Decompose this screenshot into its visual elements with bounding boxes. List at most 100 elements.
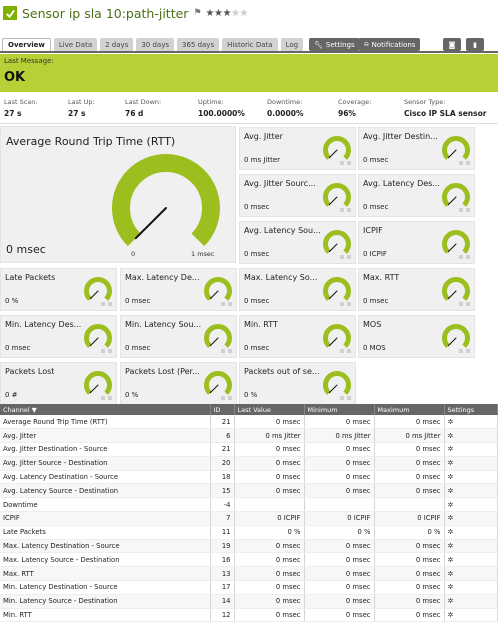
column-header-minimum[interactable]: Minimum (304, 404, 375, 415)
gear-icon[interactable]: ✲ (448, 473, 454, 481)
column-header-label: Minimum (307, 405, 338, 414)
gauge-tile[interactable]: Late Packets 0 % (0, 268, 117, 311)
table-cell: ICPIF (0, 511, 211, 526)
gear-icon[interactable]: ✲ (448, 528, 454, 536)
flag-icon[interactable]: ⚑ (193, 8, 201, 18)
table-row[interactable]: Avg. Latency Source - Destination 15 0 mse… (0, 483, 498, 499)
gauge-arc (323, 183, 351, 207)
gauge-tile[interactable]: Avg. Jitter Destin... 0 msec (358, 127, 475, 170)
tab-365-days[interactable]: 365 days (176, 38, 220, 51)
gear-icon[interactable]: ✲ (448, 556, 454, 564)
gauge-tile[interactable]: Avg. Jitter 0 ms Jitter (239, 127, 356, 170)
gear-icon[interactable]: ✲ (448, 597, 454, 605)
table-row[interactable]: Min. Latency Destination - Source 17 0 mse… (0, 580, 498, 595)
table-row[interactable]: Avg. Jitter Source - Destination 20 0 msec… (0, 456, 498, 471)
mini-indicator (459, 302, 463, 306)
stat-label: Last Down: (125, 98, 162, 106)
column-header-id[interactable]: ID (210, 404, 235, 415)
column-header-last-value[interactable]: Last Value (234, 404, 305, 415)
gear-icon[interactable]: ✲ (448, 570, 454, 578)
tab-30-days[interactable]: 30 days (136, 38, 174, 51)
table-cell: 0 msec (234, 566, 305, 582)
tab-2-days[interactable]: 2 days (100, 38, 134, 51)
table-row[interactable]: Max. RTT 13 0 msec 0 msec 0 msec ✲ (0, 566, 498, 582)
gauge-tile[interactable]: Packets Lost (Per... 0 % (120, 362, 237, 405)
table-row[interactable]: Downtime -4 ✲ (0, 497, 498, 513)
gear-icon[interactable]: ✲ (448, 445, 454, 453)
gear-icon[interactable]: ✲ (448, 514, 454, 522)
gauge-tile-value: 0 msec (125, 297, 151, 305)
table-row[interactable]: ICPIF 7 0 ICPIF 0 ICPIF 0 ICPIF ✲ (0, 511, 498, 526)
gauge-needle (209, 337, 219, 347)
table-row[interactable]: Min. RTT 12 0 msec 0 msec 0 msec ✲ (0, 608, 498, 623)
settings-button[interactable]: 🔧︎ Settings (309, 38, 360, 51)
gauge-tile[interactable]: Avg. Latency Des... 0 msec (358, 174, 475, 217)
gauge-tile[interactable]: Packets Lost 0 # (0, 362, 117, 405)
column-header-maximum[interactable]: Maximum (374, 404, 445, 415)
tab-historic-data[interactable]: Historic Data (222, 38, 278, 51)
gauge-tile[interactable]: Max. Latency De... 0 msec (120, 268, 237, 311)
star-icon[interactable]: ★ (222, 8, 231, 19)
star-icon[interactable]: ★ (206, 8, 215, 19)
gauge-tile[interactable]: Min. Latency Sou... 0 msec (120, 315, 237, 358)
table-cell: 0 msec (234, 456, 305, 471)
tab-log[interactable]: Log (280, 38, 304, 51)
gauge-tile[interactable]: Avg. Latency Sou... 0 msec (239, 221, 356, 264)
gear-icon[interactable]: ✲ (448, 583, 454, 591)
table-cell: 0 msec (374, 566, 445, 582)
gauge-arc (84, 324, 112, 348)
notifications-button[interactable]: ⍾ Notifications (359, 38, 421, 51)
gear-icon[interactable]: ✲ (448, 459, 454, 467)
last-message-value: OK (4, 70, 26, 85)
gear-icon[interactable]: ✲ (448, 418, 454, 426)
gauge-tile[interactable]: Min. RTT 0 msec (239, 315, 356, 358)
table-cell: 18 (210, 470, 235, 485)
table-row[interactable]: Min. Latency Source - Destination 14 0 mse… (0, 594, 498, 609)
gear-icon[interactable]: ✲ (448, 487, 454, 495)
gauge-arc (204, 371, 232, 395)
gauge-tile-value: 0 msec (244, 203, 270, 211)
last-message-label: Last Message: (4, 57, 54, 65)
table-row[interactable]: Avg. Latency Destination - Source 18 0 mse… (0, 470, 498, 485)
delete-icon[interactable]: ▮ (466, 38, 484, 51)
rtt-gauge (112, 154, 220, 247)
gauge-tile[interactable]: Avg. Jitter Sourc... 0 msec (239, 174, 356, 217)
table-row[interactable]: Max. Latency Source - Destination 16 0 mse… (0, 552, 498, 568)
gauge-tile-rtt[interactable]: Average Round Trip Time (RTT) 0 1 msec 0… (0, 126, 236, 263)
gauge-tile-name: Avg. Jitter (244, 132, 283, 141)
table-cell: 0 ICPIF (304, 511, 375, 526)
table-cell: 0 msec (234, 552, 305, 568)
gauge-arc (442, 324, 470, 348)
gauge-tile[interactable]: ICPIF 0 ICPIF (358, 221, 475, 264)
gear-icon[interactable]: ✲ (448, 611, 454, 619)
gauge-tile[interactable]: Max. RTT 0 msec (358, 268, 475, 311)
table-row[interactable]: Late Packets 11 0 % 0 % 0 % ✲ (0, 525, 498, 540)
table-cell: 13 (210, 566, 235, 582)
ticket-icon[interactable]: ◙ (443, 38, 461, 51)
table-row[interactable]: Avg. Jitter Destination - Source 21 0 msec… (0, 442, 498, 457)
star-icon[interactable]: ★ (239, 8, 248, 19)
status-ok-icon (3, 6, 17, 20)
table-row[interactable]: Max. Latency Destination - Source 19 0 mse… (0, 539, 498, 554)
priority-stars[interactable]: ★★★★★ (206, 8, 249, 19)
table-cell: 0 msec (304, 470, 375, 485)
tab-overview[interactable]: Overview (2, 38, 51, 51)
gauge-tile[interactable]: MOS 0 MOS (358, 315, 475, 358)
gear-icon[interactable]: ✲ (448, 432, 454, 440)
gear-icon[interactable]: ✲ (448, 501, 454, 509)
settings-cell: ✲ (444, 456, 498, 471)
sort-down-icon[interactable]: ▼ (30, 406, 37, 414)
table-row[interactable]: Average Round Trip Time (RTT) 21 0 msec 0 m… (0, 415, 498, 430)
gear-icon[interactable]: ✲ (448, 542, 454, 550)
gauge-needle (447, 149, 457, 159)
tab-live-data[interactable]: Live Data (53, 38, 98, 51)
gauge-tile[interactable]: Packets out of se... 0 % (239, 362, 356, 405)
gauge-tile-name: Late Packets (5, 273, 56, 282)
column-header-channel[interactable]: Channel ▼ (0, 404, 211, 415)
gauge-tile[interactable]: Max. Latency So... 0 msec (239, 268, 356, 311)
mini-indicator (347, 302, 351, 306)
gauge-tile[interactable]: Min. Latency Des... 0 msec (0, 315, 117, 358)
column-header-settings[interactable]: Settings (444, 404, 498, 415)
table-cell: Avg. Jitter Destination - Source (0, 442, 211, 457)
table-row[interactable]: Avg. Jitter 6 0 ms Jitter 0 ms Jitter 0 ms J… (0, 428, 498, 444)
